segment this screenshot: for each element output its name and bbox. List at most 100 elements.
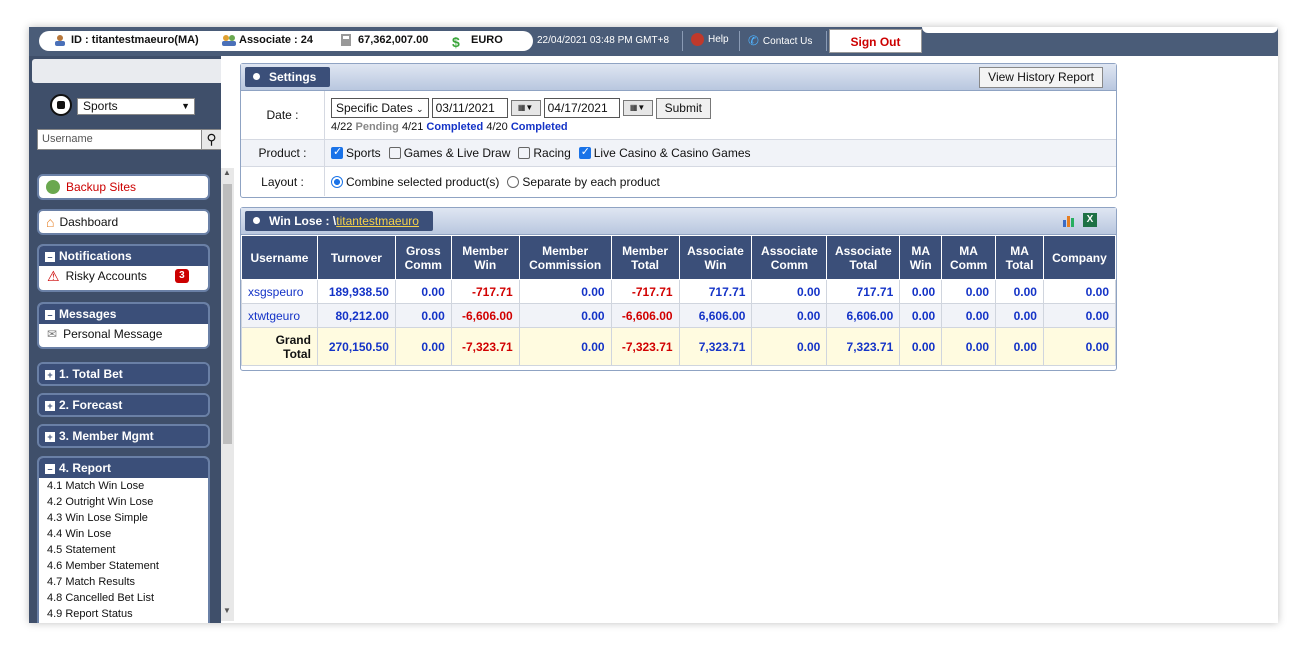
separator (826, 31, 827, 51)
settings-tab: Settings (245, 67, 331, 87)
report-item[interactable]: 4.1 Match Win Lose (39, 478, 208, 494)
dashboard-button[interactable]: ⌂ Dashboard (37, 209, 210, 235)
settings-header: Settings View History Report (241, 64, 1116, 91)
contact-label: Contact Us (762, 35, 813, 47)
personal-message-item[interactable]: ✉ Personal Message (39, 324, 208, 344)
layout-combine-radio[interactable]: Combine selected product(s) (331, 175, 499, 189)
report-item[interactable]: 4.9 Report Status (39, 606, 208, 622)
cell-member-win: -717.71 (450, 279, 520, 304)
notifications-title: Notifications (59, 249, 132, 263)
report-item[interactable]: 4.8 Cancelled Bet List (39, 590, 208, 606)
product-games-checkbox[interactable]: Games & Live Draw (388, 146, 511, 160)
report-header[interactable]: –4. Report (39, 458, 208, 478)
sign-out-button[interactable]: Sign Out (829, 29, 922, 53)
scroll-up-icon[interactable]: ▲ (223, 168, 231, 177)
notifications-header[interactable]: – Notifications (39, 246, 208, 266)
dollar-icon: $ (452, 34, 460, 50)
total-member-win: -7,323.71 (450, 327, 520, 366)
date-to-input[interactable]: 04/17/2021 (543, 98, 620, 118)
server-datetime: 22/04/2021 03:48 PM GMT+8 (537, 35, 670, 46)
settings-panel: Settings View History Report Date : Spec… (240, 63, 1117, 198)
total-bet-panel[interactable]: +1. Total Bet (37, 362, 210, 386)
cell-associate-win: 6,606.00 (678, 303, 753, 328)
scrollbar-thumb[interactable] (223, 184, 232, 444)
total-member-commission: 0.00 (518, 327, 612, 366)
win-lose-title: Win Lose : \ (269, 214, 337, 228)
backup-sites-label: Backup Sites (66, 180, 137, 194)
calendar-icon[interactable]: ▦▼ (510, 100, 541, 116)
messages-header[interactable]: – Messages (39, 304, 208, 324)
total-gross-comm: 0.00 (394, 327, 452, 366)
excel-export-icon[interactable]: X (1083, 213, 1097, 227)
status-completed: Completed (510, 120, 568, 133)
status-pending: Pending (355, 120, 399, 133)
cell-company: 0.00 (1042, 303, 1117, 328)
sport-select[interactable]: Sports ▼ (77, 98, 195, 115)
cell-member-commission: 0.00 (518, 279, 612, 304)
report-item[interactable]: 4.5 Statement (39, 542, 208, 558)
cell-ma-total: 0.00 (995, 303, 1044, 328)
date-from-input[interactable]: 03/11/2021 (431, 98, 508, 118)
product-sports-checkbox[interactable]: Sports (331, 145, 381, 160)
product-casino-checkbox[interactable]: Live Casino & Casino Games (578, 145, 751, 160)
cell-associate-win: 717.71 (678, 279, 753, 304)
bar-chart-icon[interactable] (1062, 213, 1076, 230)
separator (682, 31, 683, 51)
checkbox-icon (388, 147, 401, 159)
backup-sites-button[interactable]: Backup Sites (37, 174, 210, 200)
associate-count: Associate : 24 (222, 34, 313, 46)
date-label: Date : (241, 91, 325, 139)
report-item[interactable]: 4.2 Outright Win Lose (39, 494, 208, 510)
product-options: Sports Games & Live Draw Racing Live Cas… (325, 140, 751, 166)
group-icon (222, 34, 236, 46)
product-racing-checkbox[interactable]: Racing (518, 146, 571, 160)
scroll-down-icon[interactable]: ▼ (223, 606, 231, 615)
submit-button[interactable]: Submit (655, 97, 711, 119)
home-icon: ⌂ (46, 214, 55, 230)
cell-company: 0.00 (1042, 279, 1117, 304)
user-icon (54, 34, 66, 46)
risky-accounts-item[interactable]: ⚠ Risky Accounts 3 (39, 266, 208, 286)
account-breadcrumb-link[interactable]: titantestmaeuro (336, 214, 419, 228)
product-label-text: Games & Live Draw (403, 146, 511, 160)
username-link[interactable]: xsgspeuro (241, 279, 318, 304)
report-item[interactable]: 4.7 Match Results (39, 574, 208, 590)
username-link[interactable]: xtwtgeuro (241, 303, 318, 328)
date-mode-select[interactable]: Specific Dates ⌄ (331, 98, 429, 118)
cell-associate-comm: 0.00 (751, 279, 828, 304)
layout-option-text: Separate by each product (522, 174, 660, 189)
total-ma-total: 0.00 (995, 327, 1044, 366)
help-link[interactable]: Help (691, 33, 729, 46)
calculator-icon (341, 34, 353, 46)
calendar-icon[interactable]: ▦▼ (622, 100, 653, 116)
username-search-input[interactable]: Username (37, 129, 202, 150)
contact-us-link[interactable]: ✆ Contact Us (748, 33, 812, 49)
member-mgmt-panel[interactable]: +3. Member Mgmt (37, 424, 210, 448)
forecast-title: 2. Forecast (59, 398, 123, 412)
total-turnover: 270,150.50 (316, 327, 396, 366)
total-associate-comm: 0.00 (751, 327, 828, 366)
cell-ma-total: 0.00 (995, 279, 1044, 304)
report-item[interactable]: 4.6 Member Statement (39, 558, 208, 574)
cell-associate-total: 6,606.00 (826, 303, 901, 328)
dashboard-label: Dashboard (59, 215, 119, 229)
currency: $ EURO (452, 34, 503, 50)
column-header: Company (1042, 235, 1117, 280)
radio-icon (507, 175, 520, 188)
view-history-report-button[interactable]: View History Report (979, 67, 1103, 88)
cell-gross-comm: 0.00 (394, 279, 452, 304)
forecast-panel[interactable]: +2. Forecast (37, 393, 210, 417)
currency-label: EURO (471, 34, 503, 46)
report-item[interactable]: 4.3 Win Lose Simple (39, 510, 208, 526)
sidebar: Sports ▼ Username ⚲ Backup Sites ⌂ Dashb… (29, 56, 221, 623)
report-item[interactable]: 4.4 Win Lose (39, 526, 208, 542)
total-associate-total: 7,323.71 (826, 327, 901, 366)
separator (739, 31, 740, 51)
settings-title: Settings (269, 70, 317, 84)
envelope-icon: ✉ (47, 327, 58, 341)
search-icon[interactable]: ⚲ (201, 129, 221, 150)
grand-total-row: Grand Total 270,150.50 0.00 -7,323.71 0.… (241, 327, 1117, 366)
layout-separate-radio[interactable]: Separate by each product (507, 174, 660, 189)
report-status-line: 4/22 Pending 4/21 Completed 4/20 Complet… (331, 121, 568, 133)
sidebar-scrollbar[interactable]: ▲ ▼ (221, 168, 234, 621)
